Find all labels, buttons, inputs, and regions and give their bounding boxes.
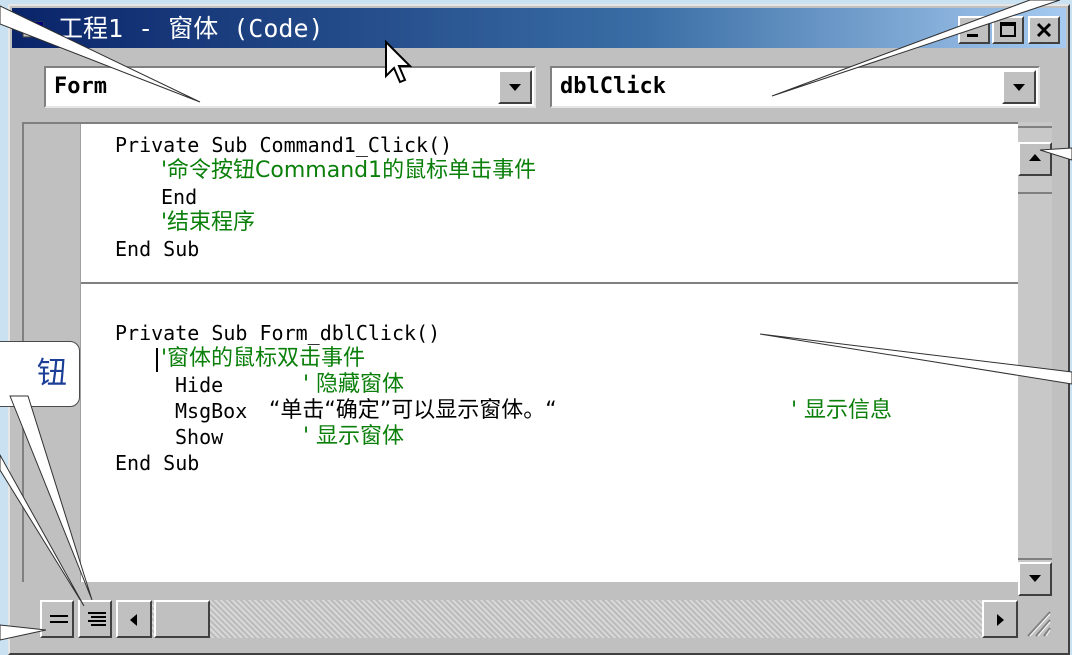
chevron-down-icon [1013,84,1025,91]
code-comment[interactable]: ' 隐藏窗体 [303,372,404,398]
minimize-button[interactable] [958,16,990,44]
resize-grip-icon[interactable] [1022,600,1052,638]
procedure-view-button[interactable] [40,600,74,638]
code-line[interactable]: Private Sub Form_dblClick() [115,320,440,346]
code-editor[interactable]: Private Sub Command1_Click() '命令按钮Comman… [22,122,1018,582]
maximize-button[interactable] [992,16,1024,44]
code-line[interactable]: Show [175,424,223,450]
vb-form-icon [22,21,44,38]
code-line[interactable]: MsgBox [175,398,247,424]
code-string[interactable]: “单击“确定”可以显示窗体。“ [269,398,557,424]
procedure-combo[interactable]: dblClick [550,66,1040,108]
object-combo-value: Form [54,74,107,99]
procedure-separator [81,282,1018,284]
window-title: 工程1 - 窗体 (Code) [58,14,324,43]
code-line[interactable]: End Sub [115,450,199,476]
horizontal-scroll-thumb[interactable] [154,600,210,638]
object-combo-dropdown-button[interactable] [498,70,532,104]
procedure-combo-value: dblClick [560,74,666,99]
arrow-down-icon [1029,575,1041,582]
callout-text: 钮 [37,356,67,391]
code-comment[interactable]: '命令按钮Command1的鼠标单击事件 [161,158,536,184]
object-combo[interactable]: Form [44,66,536,108]
mouse-pointer-icon [385,40,412,84]
code-line[interactable]: End [161,184,197,210]
text-caret [156,348,158,372]
close-button[interactable] [1028,16,1060,44]
chevron-down-icon [509,84,521,91]
scroll-track-line [1018,558,1052,560]
code-area[interactable]: Private Sub Command1_Click() '命令按钮Comman… [81,124,1018,582]
code-comment[interactable]: ' 显示信息 [791,398,892,424]
full-module-view-icon [88,612,106,626]
code-line[interactable]: End Sub [115,236,199,262]
vertical-scrollbar[interactable] [1018,122,1052,596]
scroll-left-button[interactable] [116,600,152,638]
maximize-icon [1000,22,1016,37]
code-line[interactable]: Hide [175,372,223,398]
arrow-up-icon [1029,154,1041,161]
callout-bubble: 钮 [0,341,80,407]
code-comment[interactable]: ' 显示窗体 [303,424,404,450]
code-comment[interactable]: '窗体的鼠标双击事件 [161,346,365,372]
code-line[interactable]: Private Sub Command1_Click() [115,132,452,158]
scroll-thumb-bottom [1018,192,1052,194]
title-bar[interactable]: 工程1 - 窗体 (Code) [12,8,1066,48]
procedure-combo-dropdown-button[interactable] [1002,70,1036,104]
close-icon [1036,22,1052,38]
scroll-down-button[interactable] [1018,562,1052,596]
procedure-view-icon [50,615,68,623]
arrow-right-icon [997,614,1004,626]
full-module-view-button[interactable] [78,600,112,638]
scroll-right-button[interactable] [982,600,1018,638]
scroll-thumb-top [1018,126,1052,128]
scroll-up-button[interactable] [1018,142,1052,176]
horizontal-scrollbar[interactable] [116,600,1018,638]
minimize-icon [967,34,978,37]
code-comment[interactable]: '结束程序 [161,210,255,236]
arrow-left-icon [130,614,137,626]
